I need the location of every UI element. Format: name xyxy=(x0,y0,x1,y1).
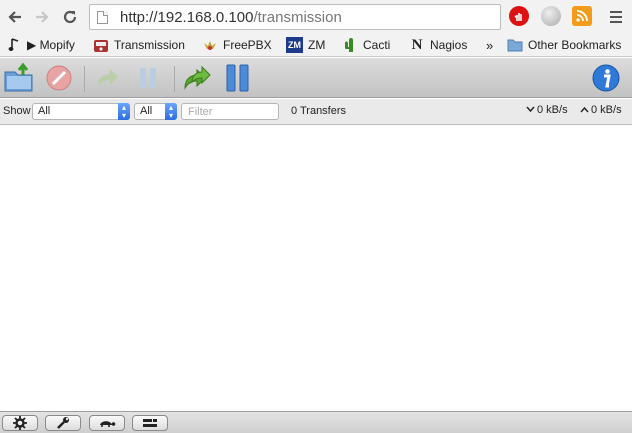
cacti-icon xyxy=(342,37,358,53)
turtle-speed-icon[interactable] xyxy=(89,415,125,431)
bookmark-label: Nagios xyxy=(430,38,468,52)
bottom-toolbar xyxy=(0,411,632,433)
remove-torrent-icon[interactable] xyxy=(43,62,75,94)
bookmark-label: ZM xyxy=(308,38,326,52)
resume-icon[interactable] xyxy=(92,62,124,94)
transmission-icon xyxy=(93,37,109,53)
bookmark-nagios[interactable]: N Nagios xyxy=(409,36,468,54)
other-bookmarks-label: Other Bookmarks xyxy=(528,38,622,52)
upload-speed-value: 0 kB/s xyxy=(591,104,622,116)
arrow-right-icon[interactable] xyxy=(31,6,53,28)
upload-speed: 0 kB/s xyxy=(580,104,622,116)
reload-icon[interactable] xyxy=(59,6,81,28)
resume-all-icon[interactable] xyxy=(182,62,214,94)
page-icon xyxy=(97,10,108,24)
bookmarks-bar: ▶ Mopify Transmission FreePBX ZM ZM Cact… xyxy=(0,33,632,57)
state-filter-select[interactable]: All ▴ ▾ xyxy=(32,103,130,120)
bookmark-label: Transmission xyxy=(114,38,185,52)
bookmark-cacti[interactable]: Cacti xyxy=(342,36,390,54)
compact-view-icon[interactable] xyxy=(132,415,168,431)
transfer-count: 0 Transfers xyxy=(291,105,347,117)
preferences-wrench-icon[interactable] xyxy=(45,415,81,431)
bookmark-mopify[interactable]: ▶ Mopify xyxy=(6,36,75,54)
torrent-list[interactable] xyxy=(0,126,632,411)
filter-input[interactable] xyxy=(181,103,279,120)
bookmark-label: ▶ Mopify xyxy=(27,38,75,52)
zm-icon: ZM xyxy=(286,37,303,53)
download-speed-value: 0 kB/s xyxy=(537,104,568,116)
music-note-icon xyxy=(6,37,22,53)
url-text: http://192.168.0.100/transmission xyxy=(120,8,342,26)
bookmark-transmission[interactable]: Transmission xyxy=(93,36,185,54)
bookmark-zm[interactable]: ZM ZM xyxy=(286,36,325,54)
address-bar[interactable]: http://192.168.0.100/transmission xyxy=(89,4,501,30)
other-bookmarks-folder[interactable]: Other Bookmarks xyxy=(507,36,621,54)
pause-icon[interactable] xyxy=(132,62,164,94)
inspector-icon[interactable] xyxy=(590,62,622,94)
toolbar-separator xyxy=(174,66,175,92)
show-label: Show xyxy=(3,105,31,117)
arrow-left-icon[interactable] xyxy=(4,6,26,28)
chevron-updown-icon: ▴ ▾ xyxy=(118,103,130,120)
tracker-filter-select[interactable]: All ▴ ▾ xyxy=(134,103,177,120)
tracker-filter-value: All xyxy=(140,105,153,117)
state-filter-value: All xyxy=(38,105,51,117)
chevron-up-icon xyxy=(580,105,589,115)
pause-all-icon[interactable] xyxy=(222,62,254,94)
chevron-down-icon xyxy=(526,105,535,115)
freepbx-icon xyxy=(202,37,218,53)
download-speed: 0 kB/s xyxy=(526,104,568,116)
transmission-toolbar xyxy=(0,58,632,98)
rss-icon[interactable] xyxy=(572,6,592,26)
bookmarks-overflow-button[interactable]: » xyxy=(486,36,493,54)
browser-nav-bar: http://192.168.0.100/transmission xyxy=(0,0,632,33)
folder-icon xyxy=(507,37,523,53)
bookmark-label: Cacti xyxy=(363,38,391,52)
globe-icon[interactable] xyxy=(541,6,561,26)
overflow-chevron: » xyxy=(486,37,494,53)
menu-icon[interactable] xyxy=(605,6,627,28)
adblock-icon[interactable] xyxy=(509,6,529,26)
bookmark-freepbx[interactable]: FreePBX xyxy=(202,36,272,54)
filter-bar: Show All ▴▾ All ▴▾ 0 Transfers 0 kB/s 0 … xyxy=(0,99,632,125)
bookmark-label: FreePBX xyxy=(223,38,272,52)
settings-gear-icon[interactable] xyxy=(2,415,38,431)
nagios-icon: N xyxy=(411,36,423,53)
chevron-updown-icon: ▴ ▾ xyxy=(165,103,177,120)
open-torrent-icon[interactable] xyxy=(3,62,35,94)
toolbar-separator xyxy=(84,66,85,92)
